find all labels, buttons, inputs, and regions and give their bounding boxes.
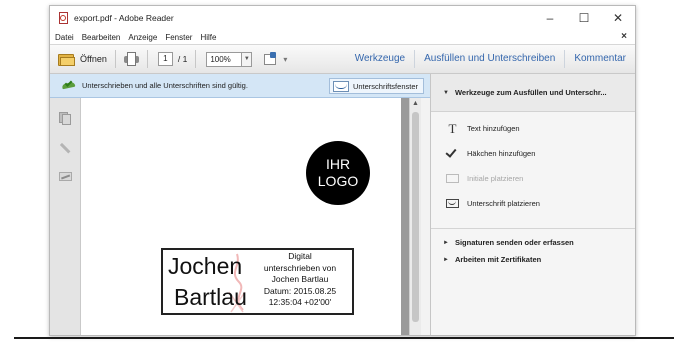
- certificates-section[interactable]: ► Arbeiten mit Zertifikaten: [431, 251, 635, 268]
- tools-pane: ▼ Werkzeuge zum Ausfüllen und Unterschr.…: [430, 74, 635, 335]
- menu-datei[interactable]: Datei: [55, 33, 74, 42]
- signature-detail-line: 12:35:04 +02'00': [268, 297, 332, 307]
- menu-bearbeiten[interactable]: Bearbeiten: [82, 33, 121, 42]
- vertical-scrollbar[interactable]: ▲: [409, 98, 421, 335]
- chevron-down-icon[interactable]: ▼: [242, 51, 253, 67]
- maximize-button[interactable]: ☐: [567, 6, 601, 30]
- window-controls: – ☐ ✕: [533, 6, 635, 30]
- tool-list: T Text hinzufügen Häkchen hinzufügen Ini…: [431, 112, 635, 216]
- tool-label: Unterschrift platzieren: [467, 199, 540, 208]
- toolbar-links: Werkzeuge Ausfüllen und Unterschreiben K…: [346, 45, 635, 73]
- expand-caret-icon: ►: [443, 256, 449, 263]
- toolbar-divider: [195, 50, 197, 68]
- logo-placeholder: IHR LOGO: [306, 141, 370, 205]
- signature-details: Digital unterschrieben von Jochen Bartla…: [252, 251, 348, 309]
- close-button[interactable]: ✕: [601, 6, 635, 30]
- adobe-reader-window: export.pdf - Adobe Reader – ☐ ✕ Datei Be…: [49, 5, 636, 336]
- add-text-tool[interactable]: T Text hinzufügen: [431, 116, 635, 141]
- pen-icon[interactable]: [56, 139, 74, 157]
- toolbar-more-button[interactable]: ▾: [283, 55, 287, 64]
- werkzeuge-link[interactable]: Werkzeuge: [346, 50, 414, 68]
- panel-title: Werkzeuge zum Ausfüllen und Unterschr...: [454, 88, 607, 97]
- title-bar: export.pdf - Adobe Reader – ☐ ✕: [50, 6, 635, 30]
- add-checkmark-tool[interactable]: Häkchen hinzufügen: [431, 141, 635, 166]
- zoom-input[interactable]: 100%: [206, 51, 243, 67]
- menu-fenster[interactable]: Fenster: [165, 33, 192, 42]
- signature-detail-line: unterschrieben von: [263, 262, 337, 273]
- tool-label: Häkchen hinzufügen: [467, 149, 536, 158]
- folder-icon: [58, 53, 75, 66]
- signature-panel-icon: [332, 80, 349, 92]
- page-number-input[interactable]: 1: [157, 52, 173, 66]
- signatures-panel-icon[interactable]: [59, 170, 72, 183]
- minimize-button[interactable]: –: [533, 6, 567, 30]
- open-label: Öffnen: [80, 54, 107, 64]
- checkmark-icon: [445, 146, 459, 160]
- signature-panel-button[interactable]: Unterschriftsfenster: [328, 78, 424, 94]
- signer-last-name: Bartlau: [174, 284, 247, 310]
- document-area: IHR LOGO Jochen Bartlau Digital untersch…: [81, 98, 421, 335]
- pdf-page: IHR LOGO Jochen Bartlau Digital untersch…: [81, 98, 401, 335]
- place-signature-tool[interactable]: Unterschrift platzieren: [431, 191, 635, 216]
- bottom-divider: [14, 337, 674, 339]
- print-icon[interactable]: [123, 52, 139, 66]
- tool-label: Initiale platzieren: [467, 174, 524, 183]
- signature-status-bar: Unterschrieben und alle Unterschriften s…: [50, 74, 430, 98]
- place-signature-icon: [446, 197, 459, 210]
- place-initials-tool: Initiale platzieren: [431, 166, 635, 191]
- scrollbar-thumb[interactable]: [412, 112, 419, 322]
- collapse-caret-icon: ▼: [443, 89, 449, 96]
- toolbar: Öffnen 1 / 1 100% ▼ ▾ Werkzeuge Ausfülle…: [50, 44, 635, 74]
- logo-text-line2: LOGO: [317, 173, 359, 189]
- signature-valid-icon: [61, 79, 76, 92]
- signature-detail-line: Datum: 2015.08.25: [263, 285, 337, 296]
- expand-caret-icon: ►: [443, 239, 449, 246]
- signer-first-name: Jochen: [168, 253, 243, 279]
- window-title: export.pdf - Adobe Reader: [74, 13, 174, 23]
- section-label: Arbeiten mit Zertifikaten: [454, 255, 542, 264]
- signature-detail-line: Jochen Bartlau: [271, 274, 329, 284]
- send-signatures-section[interactable]: ► Signaturen senden oder erfassen: [431, 234, 635, 251]
- panel-divider: [431, 228, 635, 229]
- initials-icon: [446, 172, 459, 185]
- fill-sign-tools-header[interactable]: ▼ Werkzeuge zum Ausfüllen und Unterschr.…: [431, 74, 635, 112]
- tool-label: Text hinzufügen: [467, 124, 520, 133]
- toolbar-divider: [114, 50, 116, 68]
- close-document-button[interactable]: ×: [621, 30, 627, 44]
- digital-signature-field[interactable]: Jochen Bartlau Digital unterschrieben vo…: [161, 248, 354, 315]
- signature-status-text: Unterschrieben und alle Unterschriften s…: [82, 81, 248, 90]
- signature-panel-label: Unterschriftsfenster: [352, 81, 418, 91]
- logo-text-line1: IHR: [325, 156, 351, 172]
- toolbar-divider: [146, 50, 148, 68]
- menu-anzeige[interactable]: Anzeige: [128, 33, 157, 42]
- section-label: Signaturen senden oder erfassen: [454, 238, 574, 247]
- open-button[interactable]: Öffnen: [58, 53, 107, 66]
- left-navigation-pane: [50, 98, 81, 335]
- fill-and-sign-link[interactable]: Ausfüllen und Unterschreiben: [414, 50, 564, 68]
- text-icon: T: [448, 120, 457, 136]
- page-total: / 1: [177, 54, 188, 64]
- page-thumbnails-icon[interactable]: [59, 112, 72, 125]
- comment-link[interactable]: Kommentar: [564, 50, 635, 68]
- scroll-up-arrow-icon[interactable]: ▲: [412, 100, 419, 107]
- adobe-reader-app-icon: [58, 12, 69, 24]
- menu-bar: Datei Bearbeiten Anzeige Fenster Hilfe ×: [50, 30, 635, 44]
- select-tool-icon[interactable]: [264, 52, 278, 66]
- signature-detail-line: Digital: [288, 251, 312, 261]
- menu-hilfe[interactable]: Hilfe: [200, 33, 216, 42]
